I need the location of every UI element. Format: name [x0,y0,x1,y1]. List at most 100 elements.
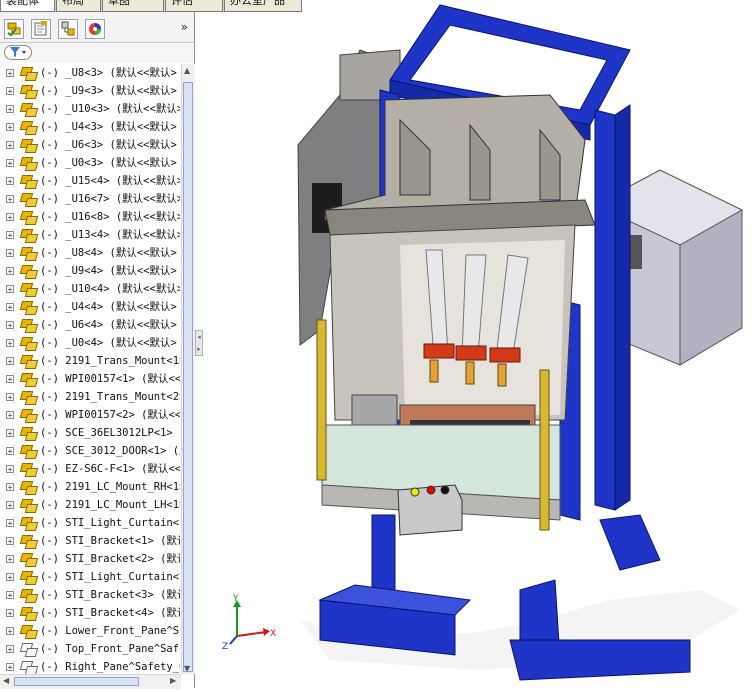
expand-icon[interactable]: + [6,627,14,636]
scroll-left-icon[interactable]: ◀ [3,676,9,685]
expand-icon[interactable]: + [6,213,14,222]
tree-item[interactable]: + (-) _U10<4> (默认<<默认> [0,280,180,298]
scroll-up-icon[interactable]: ▲ [184,66,190,75]
tree-item-label: (-) _U16<7> (默认<<默认> [40,193,180,205]
expand-icon[interactable]: + [6,375,14,384]
expand-icon[interactable]: + [6,537,14,546]
tree-item-label: (-) WPI00157<2> (默认<< [40,409,180,421]
more-tabs-button[interactable]: » [181,20,188,34]
tree-item[interactable]: + (-) _U8<4> (默认<<默认> [0,244,180,262]
tree-item[interactable]: + (-) _U9<3> (默认<<默认> [0,82,180,100]
expand-icon[interactable]: + [6,105,14,114]
part-icon [19,300,39,315]
expand-icon[interactable]: + [6,411,14,420]
expand-icon[interactable]: + [6,231,14,240]
expand-icon[interactable]: + [6,429,14,438]
tree-item[interactable]: + (-) _U9<4> (默认<<默认> [0,262,180,280]
tree-item[interactable]: + (-) _U0<4> (默认<<默认> [0,334,180,352]
expand-icon[interactable]: + [6,573,14,582]
scroll-down-icon[interactable]: ▼ [184,664,190,673]
feature-manager-icon[interactable] [4,19,24,39]
tree-item[interactable]: + (-) STI_Light_Curtain<1 [0,514,180,532]
expand-icon[interactable]: + [6,447,14,456]
triad-y-label: Y [233,594,239,604]
tab-sketch[interactable]: 草图 [102,0,164,12]
scroll-right-icon[interactable]: ▶ [170,676,176,685]
expand-icon[interactable]: + [6,303,14,312]
tree-item[interactable]: + (-) _U8<3> (默认<<默认> [0,64,180,82]
machine-model[interactable] [205,0,755,688]
expand-icon[interactable]: + [6,267,14,276]
tree-horizontal-scrollbar[interactable]: ◀ ▶ [0,674,181,689]
expand-icon[interactable]: + [6,501,14,510]
tree-item[interactable]: + (-) STI_Bracket<3> (默认 [0,586,180,604]
expand-icon[interactable]: + [6,321,14,330]
scroll-thumb[interactable] [183,82,193,672]
expand-icon[interactable]: + [6,69,14,78]
tree-item[interactable]: + (-) EZ-S6C-F<1> (默认<< [0,460,180,478]
tree-item[interactable]: + (-) Right_Pane^Safety_G [0,658,180,674]
tree-item[interactable]: + (-) 2191_LC_Mount_RH<1> [0,478,180,496]
panel-collapse-handle[interactable]: ◂ ▸ [195,330,203,356]
expand-icon[interactable]: + [6,141,14,150]
expand-icon[interactable]: + [6,663,14,672]
expand-icon[interactable]: + [6,555,14,564]
expand-icon[interactable]: + [6,357,14,366]
expand-icon[interactable]: + [6,393,14,402]
tree-item-label: (-) _U0<4> (默认<<默认> [40,337,177,349]
display-manager-icon[interactable] [85,19,105,39]
tree-item[interactable]: + (-) 2191_LC_Mount_LH<1> [0,496,180,514]
expand-icon[interactable]: + [6,591,14,600]
expand-icon[interactable]: + [6,123,14,132]
tree-item[interactable]: + (-) _U0<3> (默认<<默认> [0,154,180,172]
tree-item[interactable]: + (-) _U4<4> (默认<<默认> [0,298,180,316]
expand-icon[interactable]: + [6,609,14,618]
expand-icon[interactable]: + [6,87,14,96]
tree-item[interactable]: + (-) Lower_Front_Pane^Sa [0,622,180,640]
graphics-viewport[interactable]: Y X Z [205,0,755,688]
property-manager-icon[interactable] [31,19,51,39]
filter-icon[interactable] [4,45,32,60]
tree-item[interactable]: + (-) WPI00157<2> (默认<< [0,406,180,424]
tree-item[interactable]: + (-) SCE_36EL3012LP<1> ( [0,424,180,442]
tree-item[interactable]: + (-) _U6<4> (默认<<默认> [0,316,180,334]
feature-manager-panel: » + (-) _U8<3> (默认<<默认> + (-) _U9<3> (默认<<默… [0,12,195,689]
filter-row [0,43,194,63]
tree-item[interactable]: + (-) WPI00157<1> (默认<< [0,370,180,388]
expand-icon[interactable]: + [6,465,14,474]
tree-item[interactable]: + (-) _U10<3> (默认<<默认> [0,100,180,118]
tree-item[interactable]: + (-) _U6<3> (默认<<默认> [0,136,180,154]
tree-item[interactable]: + (-) _U16<8> (默认<<默认> [0,208,180,226]
tree-item[interactable]: + (-) STI_Light_Curtain<2 [0,568,180,586]
tree-item-label: (-) Lower_Front_Pane^Sa [40,625,180,637]
tree-item[interactable]: + (-) SCE_3012_DOOR<1> (默 [0,442,180,460]
tree-item[interactable]: + (-) _U4<3> (默认<<默认> [0,118,180,136]
expand-icon[interactable]: + [6,177,14,186]
tree-item[interactable]: + (-) 2191_Trans_Mount<2> [0,388,180,406]
tree-item[interactable]: + (-) STI_Bracket<2> (默认 [0,550,180,568]
expand-icon[interactable]: + [6,519,14,528]
expand-icon[interactable]: + [6,483,14,492]
part-icon [19,534,39,549]
expand-icon[interactable]: + [6,195,14,204]
part-icon [19,120,39,135]
configuration-manager-icon[interactable] [58,19,78,39]
tree-item[interactable]: + (-) STI_Bracket<4> (默认 [0,604,180,622]
tree-item[interactable]: + (-) _U15<4> (默认<<默认> [0,172,180,190]
hscroll-thumb[interactable] [14,677,139,686]
expand-icon[interactable]: + [6,645,14,654]
expand-icon[interactable]: + [6,339,14,348]
tab-layout[interactable]: 布局 [56,0,101,12]
expand-icon[interactable]: + [6,249,14,258]
tree-item[interactable]: + (-) _U13<4> (默认<<默认> [0,226,180,244]
expand-icon[interactable]: + [6,285,14,294]
button-yellow [410,487,420,497]
tree-item[interactable]: + (-) Top_Front_Pane^Safe [0,640,180,658]
view-triad: Y X Z [222,594,282,654]
tree-item[interactable]: + (-) _U16<7> (默认<<默认> [0,190,180,208]
tree-vertical-scrollbar[interactable]: ▲ ▼ [181,64,195,674]
expand-icon[interactable]: + [6,159,14,168]
tree-item[interactable]: + (-) STI_Bracket<1> (默认 [0,532,180,550]
tab-assembly[interactable]: 装配体 [0,0,55,12]
tree-item[interactable]: + (-) 2191_Trans_Mount<1> [0,352,180,370]
